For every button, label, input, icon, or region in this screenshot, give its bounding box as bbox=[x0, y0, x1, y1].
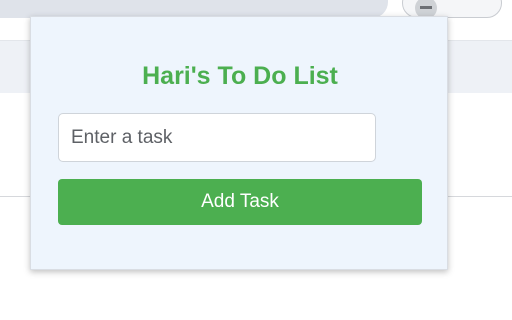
popup-title: Hari's To Do List bbox=[142, 62, 338, 90]
todo-popup: Hari's To Do List Add Task bbox=[30, 16, 448, 270]
task-input[interactable] bbox=[58, 113, 376, 162]
add-task-button[interactable]: Add Task bbox=[58, 179, 422, 225]
